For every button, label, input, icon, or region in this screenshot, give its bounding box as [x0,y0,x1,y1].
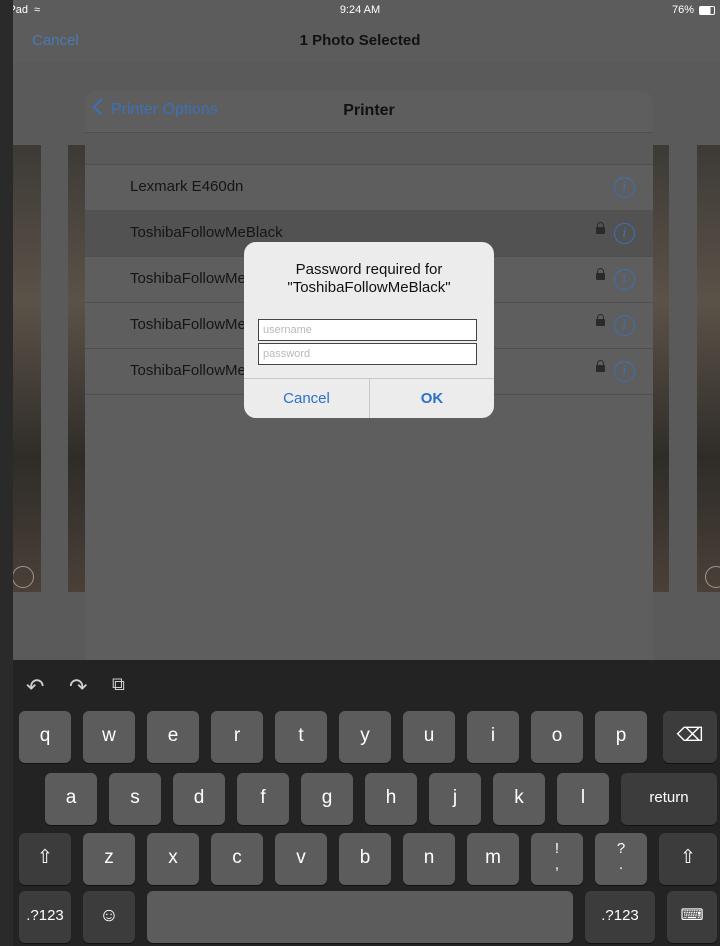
key-g[interactable]: g [301,773,353,825]
key-b[interactable]: b [339,833,391,885]
battery-icon [699,6,715,15]
key-p[interactable]: p [595,711,647,763]
photo-thumbnail[interactable] [68,145,86,592]
key-exclamation-comma[interactable]: ! , [531,833,583,885]
password-field[interactable] [258,343,477,365]
username-field[interactable] [258,319,477,341]
key-a[interactable]: a [45,773,97,825]
sheet-header: Printer Options Printer [85,91,653,133]
dialog-message: Password required for "ToshibaFollowMeBl… [244,261,494,297]
info-icon[interactable]: i [614,315,635,336]
lock-icon [596,360,605,372]
keyboard: ↶ ↷ ⧉ q w e r t y u i o p ⌫ a s d f g h … [13,660,720,946]
key-y[interactable]: y [339,711,391,763]
top-navigation-bar: Cancel 1 Photo Selected [0,20,720,63]
key-w[interactable]: w [83,711,135,763]
key-c[interactable]: c [211,833,263,885]
key-s[interactable]: s [109,773,161,825]
space-key[interactable] [147,891,573,943]
screen-edge [0,0,13,946]
lock-icon [596,222,605,234]
emoji-key[interactable]: ☺ [83,891,135,943]
printer-name: Lexmark E460dn [130,178,244,195]
list-spacer [85,133,653,165]
key-t[interactable]: t [275,711,327,763]
key-n[interactable]: n [403,833,455,885]
shift-right-key[interactable]: ⇧ [659,833,717,885]
key-f[interactable]: f [237,773,289,825]
key-l[interactable]: l [557,773,609,825]
info-icon[interactable]: i [614,361,635,382]
numbers-key[interactable]: .?123 [19,891,71,943]
numbers-key-right[interactable]: .?123 [585,891,655,943]
info-icon[interactable]: i [614,177,635,198]
key-u[interactable]: u [403,711,455,763]
keyboard-hide-icon: ⌨ [680,907,704,924]
dialog-message-line1: Password required for [295,261,443,278]
printer-name: ToshibaFollowMeBlack [130,224,283,241]
clock: 9:24 AM [339,4,381,16]
key-k[interactable]: k [493,773,545,825]
key-d[interactable]: d [173,773,225,825]
key-o[interactable]: o [531,711,583,763]
printer-name: ToshibaFollowMe [130,316,246,333]
return-key[interactable]: return [621,773,717,825]
selection-circle-icon[interactable] [705,566,720,588]
lock-icon [596,268,605,280]
key-i[interactable]: i [467,711,519,763]
photo-thumbnail[interactable] [652,145,669,592]
shift-icon: ⇧ [680,847,696,868]
photo-thumbnail[interactable] [697,145,720,592]
selection-circle-icon[interactable] [12,566,34,588]
dialog-button-bar: Cancel OK [244,378,494,418]
printer-name: ToshibaFollowMe [130,362,246,379]
key-h[interactable]: h [365,773,417,825]
emoji-icon: ☺ [99,905,119,926]
undo-icon[interactable]: ↶ [26,674,44,700]
backspace-icon: ⌫ [676,725,704,746]
key-m[interactable]: m [467,833,519,885]
password-dialog: Password required for "ToshibaFollowMeBl… [244,242,494,418]
redo-icon[interactable]: ↷ [69,674,87,700]
paste-icon[interactable]: ⧉ [112,674,125,695]
battery-percentage: 76% [672,4,695,16]
key-e[interactable]: e [147,711,199,763]
sheet-title: Printer [343,102,395,119]
key-question-period[interactable]: ? . [595,833,647,885]
shift-icon: ⇧ [37,847,53,868]
backspace-key[interactable]: ⌫ [663,711,717,763]
info-icon[interactable]: i [614,269,635,290]
key-j[interactable]: j [429,773,481,825]
key-x[interactable]: x [147,833,199,885]
key-v[interactable]: v [275,833,327,885]
key-z[interactable]: z [83,833,135,885]
lock-icon [596,314,605,326]
keyboard-hide-key[interactable]: ⌨ [667,891,717,943]
dialog-ok-button[interactable]: OK [370,379,494,418]
info-icon[interactable]: i [614,223,635,244]
status-bar: iPad ≈ 9:24 AM 76% [0,0,720,20]
key-r[interactable]: r [211,711,263,763]
page-title: 1 Photo Selected [299,32,421,49]
photo-thumbnail[interactable] [13,145,41,592]
dialog-message-line2: "ToshibaFollowMeBlack" [287,279,451,296]
shift-left-key[interactable]: ⇧ [19,833,71,885]
printer-row[interactable]: Lexmark E460dn i [85,165,653,211]
key-q[interactable]: q [19,711,71,763]
dialog-cancel-button[interactable]: Cancel [244,379,370,418]
